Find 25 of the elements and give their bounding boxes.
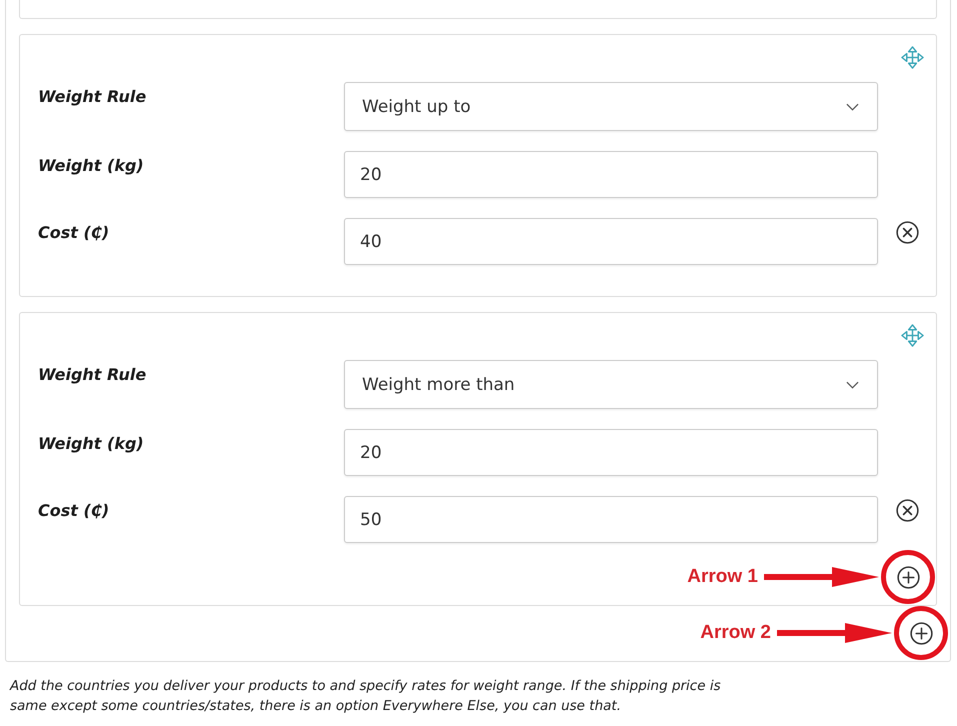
annotation-label: Arrow 2 <box>700 622 771 644</box>
input-field[interactable]: 50 <box>344 496 878 543</box>
help-text: Add the countries you deliver your products to and specify rates for weight range. If the shipping price is same except some countries/states, there is an option Everywhere Else, you can use that. <box>10 677 722 716</box>
field-label: Weight (kg) <box>38 155 144 177</box>
dropdown[interactable]: Weight up to <box>344 82 878 131</box>
field-label: Weight Rule <box>38 86 146 108</box>
x-circle-icon[interactable] <box>896 499 918 522</box>
chevron-down-icon <box>846 380 859 388</box>
input-field[interactable]: 20 <box>344 151 878 198</box>
field-label: Cost (₵) <box>38 500 110 522</box>
chevron-down-icon <box>846 102 859 110</box>
move-icon[interactable] <box>901 46 924 69</box>
annotation-circle <box>894 606 948 660</box>
x-circle-icon[interactable] <box>896 221 918 244</box>
dropdown[interactable]: Weight more than <box>344 360 878 409</box>
field-label: Weight (kg) <box>38 433 144 455</box>
input-field[interactable]: 20 <box>344 429 878 476</box>
annotation-label: Arrow 1 <box>687 566 758 588</box>
plus-circle-icon[interactable] <box>896 566 920 588</box>
field-label: Cost (₵) <box>38 222 110 244</box>
field-label: Weight Rule <box>38 364 146 386</box>
plus-circle-icon[interactable] <box>910 622 932 644</box>
input-field[interactable]: 40 <box>344 218 878 265</box>
annotation-circle <box>881 550 935 604</box>
move-icon[interactable] <box>901 324 924 347</box>
